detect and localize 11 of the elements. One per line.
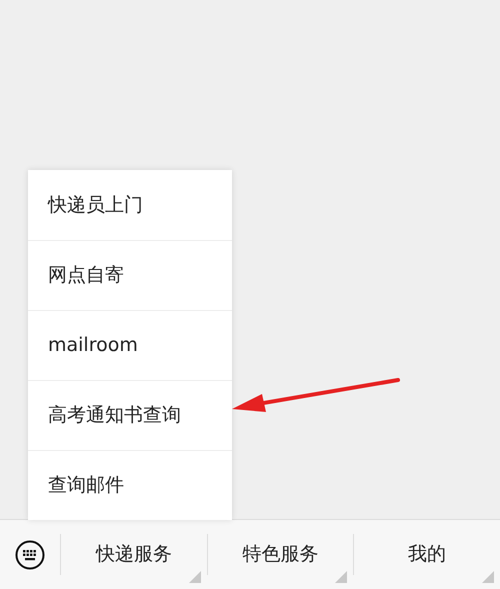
submenu-corner-icon [335,571,348,583]
menu-tab[interactable]: 快递服务 [96,540,172,569]
menu-item[interactable]: mailroom [28,310,232,380]
menu-item[interactable]: 网点自寄 [28,240,232,310]
menu-tab[interactable]: 特色服务 [242,540,318,569]
menu-item[interactable]: 高考通知书查询 [28,380,232,450]
submenu-corner-icon [188,571,201,583]
submenu-corner-icon [482,571,494,583]
menu-item[interactable]: 快递员上门 [28,170,232,240]
keyboard-icon[interactable] [15,540,45,570]
menu-tab[interactable]: 我的 [408,540,446,569]
